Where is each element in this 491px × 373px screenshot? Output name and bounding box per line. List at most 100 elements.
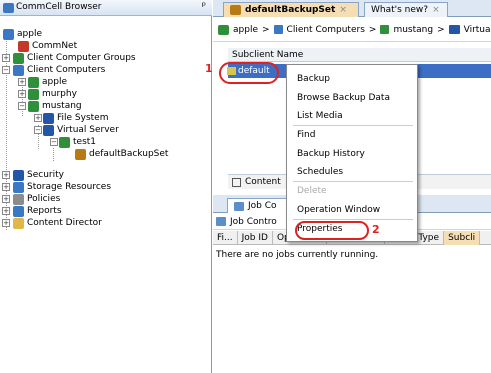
close-tab-icon[interactable]: ×: [339, 5, 347, 15]
client-icon: [28, 100, 39, 112]
tree-item-apple[interactable]: apple: [3, 28, 42, 40]
column-header[interactable]: Subcli: [444, 231, 481, 245]
commnet-icon: [18, 40, 29, 52]
step-1-number: 1: [205, 62, 213, 75]
expand-storage-resources[interactable]: +: [2, 183, 10, 191]
client-icon: [28, 88, 39, 100]
commcell-browser-title-bar: CommCell Browser ᵖ: [0, 0, 212, 16]
step-2-number: 2: [372, 223, 380, 236]
ida-icon: [448, 25, 460, 34]
context-menu: Backup Browse Backup Data List Media Fin…: [286, 64, 418, 242]
expand-file-system[interactable]: +: [34, 114, 42, 122]
editor-tab-bar: defaultBackupSet × What's new? ×: [213, 0, 491, 17]
tree-item-apple[interactable]: apple: [28, 76, 67, 88]
expand-security[interactable]: +: [2, 171, 10, 179]
commcell-browser-title: CommCell Browser: [16, 2, 102, 12]
job-controller-title: Job Contro: [230, 216, 277, 227]
tree-item-label: Virtual Server: [57, 125, 119, 135]
tree-item-file-system[interactable]: File System: [43, 112, 108, 124]
tab-label: Job Co: [248, 201, 277, 211]
tree-item-mustang[interactable]: mustang: [28, 100, 82, 112]
tree-item-label: Content Director: [27, 218, 102, 228]
collapse-test1[interactable]: −: [50, 138, 58, 146]
tab-defaultbackupset[interactable]: defaultBackupSet ×: [223, 2, 359, 17]
tab-whats-new[interactable]: What's new? ×: [364, 2, 448, 17]
group-icon: [13, 52, 24, 64]
tree-item-murphy[interactable]: murphy: [28, 88, 77, 100]
backupset-icon: [230, 5, 241, 15]
tree-item-virtual-server[interactable]: Virtual Server: [43, 124, 119, 136]
breadcrumb-mustang[interactable]: mustang: [393, 25, 433, 35]
breadcrumb: apple > Client Computers > mustang > Vir…: [213, 18, 491, 42]
job-controller-icon: [234, 201, 244, 211]
menu-separator: [293, 219, 413, 220]
tree-item-policies[interactable]: Policies: [13, 193, 60, 205]
menu-item-schedules[interactable]: Schedules: [297, 167, 343, 177]
tree-item-defaultbackupset[interactable]: defaultBackupSet: [75, 148, 168, 160]
security-icon: [13, 169, 24, 181]
storage-icon: [13, 181, 24, 193]
client-icon: [28, 76, 39, 88]
tree-item-label: apple: [17, 29, 42, 39]
menu-item-backup[interactable]: Backup: [297, 74, 330, 84]
tree-item-commnet[interactable]: CommNet: [18, 40, 77, 52]
tree-item-label: File System: [57, 113, 109, 123]
tree-item-label: Policies: [27, 194, 61, 204]
client-computers-icon: [273, 25, 283, 34]
tree-item-storage-resources[interactable]: Storage Resources: [13, 181, 111, 193]
tree-item-test1[interactable]: test1: [59, 136, 96, 148]
collapse-client-computers[interactable]: −: [2, 66, 10, 74]
tree-item-label: CommNet: [32, 41, 78, 51]
pin-icon[interactable]: ᵖ: [202, 1, 206, 12]
subclient-name-column-header[interactable]: Subclient Name: [228, 48, 491, 62]
menu-item-find[interactable]: Find: [297, 130, 315, 140]
breadcrumb-virtual-server[interactable]: Virtua: [464, 25, 491, 35]
expand-apple[interactable]: +: [18, 78, 26, 86]
menu-item-delete: Delete: [297, 186, 327, 196]
tab-content[interactable]: Content: [245, 177, 281, 187]
expand-content-director[interactable]: +: [2, 219, 10, 227]
tree-item-label: test1: [73, 137, 97, 147]
computers-icon: [13, 64, 24, 76]
tree-item-label: Reports: [27, 206, 62, 216]
tree-item-label: Client Computer Groups: [27, 53, 136, 63]
expand-client-computer-groups[interactable]: +: [2, 54, 10, 62]
subclient-set-icon: [75, 148, 86, 160]
tree-item-label: Storage Resources: [27, 182, 112, 192]
client-icon: [380, 25, 390, 34]
tree-item-client-computers[interactable]: Client Computers: [13, 64, 105, 76]
policies-icon: [13, 193, 24, 205]
breadcrumb-client-computers[interactable]: Client Computers: [287, 25, 365, 35]
reports-icon: [13, 205, 24, 217]
menu-item-backup-history[interactable]: Backup History: [297, 149, 365, 159]
collapse-mustang[interactable]: −: [18, 102, 26, 110]
menu-item-browse-backup-data[interactable]: Browse Backup Data: [297, 93, 390, 103]
ida-icon: [43, 112, 54, 124]
tree-item-label: murphy: [42, 89, 77, 99]
menu-item-operation-window[interactable]: Operation Window: [297, 205, 380, 215]
expand-murphy[interactable]: +: [18, 90, 26, 98]
tree-item-label: defaultBackupSet: [89, 149, 169, 159]
menu-separator: [293, 125, 413, 126]
callout-step-2: [295, 221, 369, 240]
commcell-icon: [3, 28, 14, 40]
expand-reports[interactable]: +: [2, 207, 10, 215]
breadcrumb-separator: >: [261, 24, 270, 35]
tree-item-client-computer-groups[interactable]: Client Computer Groups: [13, 52, 136, 64]
column-header[interactable]: Job ID: [238, 231, 273, 245]
column-header[interactable]: Fi...: [213, 231, 238, 245]
close-tab-icon[interactable]: ×: [432, 5, 440, 15]
tree-item-security[interactable]: Security: [13, 169, 64, 181]
tree-item-reports[interactable]: Reports: [13, 205, 62, 217]
expand-policies[interactable]: +: [2, 195, 10, 203]
tree-item-label: mustang: [42, 101, 82, 111]
breadcrumb-separator: >: [437, 24, 445, 35]
backupset-icon: [59, 136, 70, 148]
breadcrumb-apple[interactable]: apple: [233, 25, 258, 35]
folder-icon: [13, 217, 24, 229]
collapse-virtual-server[interactable]: −: [34, 126, 42, 134]
menu-item-list-media[interactable]: List Media: [297, 111, 343, 121]
commcell-icon: [218, 25, 229, 35]
tree-item-content-director[interactable]: Content Director: [13, 217, 102, 229]
tree-item-label: Security: [27, 170, 64, 180]
